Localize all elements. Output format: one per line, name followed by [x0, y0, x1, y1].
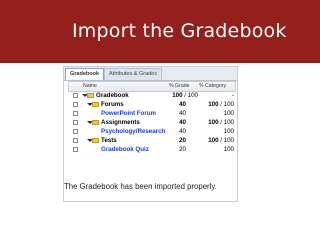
column-header-name[interactable]: Name — [83, 82, 97, 91]
folder-icon — [87, 93, 94, 98]
row-checkbox[interactable] — [73, 93, 78, 98]
table-row[interactable]: Psychology/Research 40 100 — [68, 127, 235, 136]
folder-icon — [92, 102, 99, 107]
table-row[interactable]: Forums 40 100 / 100 — [68, 100, 235, 109]
column-header-category[interactable]: % Category — [199, 82, 226, 91]
folder-icon — [92, 138, 99, 143]
row-name-link[interactable]: PowerPoint Forum — [101, 109, 166, 118]
row-checkbox[interactable] — [73, 147, 78, 152]
table-row[interactable]: Tests 20 100 / 100 — [68, 136, 235, 145]
table-row[interactable]: Gradebook 100 / 100 - — [68, 91, 235, 100]
row-grade: 40 — [179, 128, 186, 135]
table-row[interactable]: Gradebook Quiz 20 100 — [68, 145, 235, 154]
row-category: 100 — [223, 128, 234, 135]
tab-gradebook[interactable]: Gradebook — [65, 68, 105, 80]
row-grade: 40 — [179, 110, 186, 117]
row-checkbox[interactable] — [73, 111, 78, 116]
row-name: Tests — [101, 137, 117, 144]
row-checkbox[interactable] — [73, 138, 78, 143]
row-name-link[interactable]: Psychology/Research — [101, 127, 166, 136]
row-category: 100 / 100 — [208, 137, 234, 144]
row-grade: 40 — [179, 119, 186, 126]
table-row[interactable]: Assignments 40 100 / 100 — [68, 118, 235, 127]
tab-attributes-grades[interactable]: Attributes & Grades — [104, 68, 162, 80]
row-name: Forums — [101, 101, 124, 108]
title-banner: Import the Gradebook — [0, 0, 320, 63]
table-row[interactable]: PowerPoint Forum 40 100 — [68, 109, 235, 118]
row-category: - — [231, 92, 234, 99]
slide-title: Import the Gradebook — [72, 20, 287, 42]
tab-bar: Gradebook Attributes & Grades — [64, 67, 237, 81]
folder-icon — [92, 120, 99, 125]
caption-text: The Gradebook has been imported properly… — [64, 180, 234, 193]
row-category: 100 / 100 — [208, 119, 234, 126]
row-grade: 20 — [179, 137, 186, 144]
row-checkbox[interactable] — [73, 129, 78, 134]
row-grade: 20 — [179, 146, 186, 153]
column-header-grade[interactable]: % Grade — [169, 82, 189, 91]
row-category: 100 / 100 — [208, 101, 234, 108]
row-name: Gradebook — [96, 92, 129, 99]
row-grade: 100 / 100 — [172, 92, 198, 99]
row-name: Assignments — [101, 119, 140, 126]
row-checkbox[interactable] — [73, 102, 78, 107]
row-category: 100 — [223, 146, 234, 153]
row-name-link[interactable]: Gradebook Quiz — [101, 145, 166, 154]
row-grade: 40 — [179, 101, 186, 108]
row-checkbox[interactable] — [73, 120, 78, 125]
row-category: 100 — [223, 110, 234, 117]
